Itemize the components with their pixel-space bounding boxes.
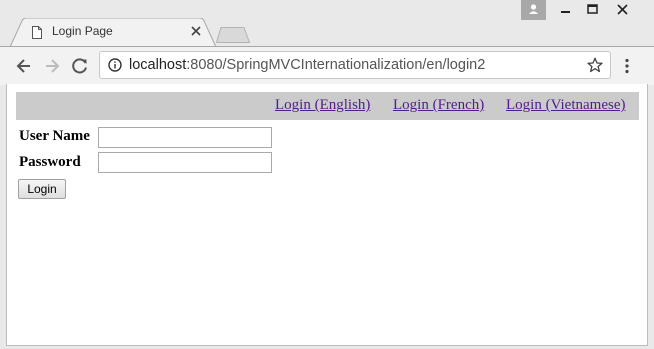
minimize-icon[interactable] xyxy=(553,0,578,20)
bookmark-star-icon[interactable] xyxy=(587,57,603,73)
reload-icon[interactable] xyxy=(70,56,90,76)
username-label: User Name xyxy=(19,128,90,144)
forward-arrow-icon[interactable] xyxy=(42,56,62,76)
login-vietnamese-link[interactable]: Login (Vietnamese) xyxy=(506,97,625,114)
password-label: Password xyxy=(19,154,81,170)
info-icon[interactable] xyxy=(108,58,122,72)
address-bar[interactable]: localhost:8080/SpringMVCInternationaliza… xyxy=(99,51,611,79)
login-french-link[interactable]: Login (French) xyxy=(393,97,484,114)
menu-dots-icon[interactable] xyxy=(623,58,631,74)
browser-toolbar: localhost:8080/SpringMVCInternationaliza… xyxy=(0,46,654,85)
title-bar: Login Page xyxy=(0,0,654,47)
username-input[interactable] xyxy=(98,127,272,148)
close-window-icon[interactable] xyxy=(608,0,638,20)
close-tab-icon[interactable] xyxy=(190,25,202,37)
page-viewport: Login (English) Login (French) Login (Vi… xyxy=(6,84,648,346)
url-path: :8080/SpringMVCInternationalization/en/l… xyxy=(186,57,486,73)
login-button[interactable]: Login xyxy=(18,179,66,199)
language-bar: Login (English) Login (French) Login (Vi… xyxy=(16,92,639,120)
url-text: localhost:8080/SpringMVCInternationaliza… xyxy=(129,57,485,73)
url-host: localhost xyxy=(129,57,187,73)
maximize-icon[interactable] xyxy=(580,0,605,20)
profile-button[interactable] xyxy=(521,0,546,20)
back-arrow-icon[interactable] xyxy=(14,56,34,76)
page-icon xyxy=(32,26,42,39)
active-tab[interactable]: Login Page xyxy=(28,18,208,47)
user-icon xyxy=(529,4,538,14)
new-tab-button[interactable] xyxy=(216,27,250,43)
password-input[interactable] xyxy=(98,152,272,173)
login-english-link[interactable]: Login (English) xyxy=(275,97,370,114)
tab-title: Login Page xyxy=(52,24,113,38)
